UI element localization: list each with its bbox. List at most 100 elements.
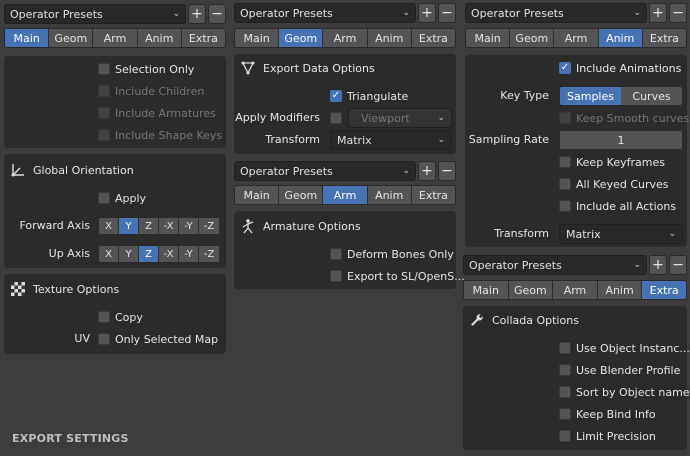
- axis-y-button[interactable]: Y: [119, 218, 139, 234]
- tab-arm[interactable]: Arm: [93, 29, 138, 47]
- transform-select[interactable]: Matrix ⌄: [330, 130, 452, 150]
- tab-anim[interactable]: Anim: [367, 186, 412, 204]
- checkbox[interactable]: [559, 364, 571, 376]
- remove-preset-button[interactable]: −: [208, 4, 226, 24]
- collada-options-header[interactable]: Collada Options: [469, 310, 579, 330]
- add-preset-button[interactable]: +: [418, 161, 436, 181]
- keep-bind-info-checkbox[interactable]: Keep Bind Info: [559, 404, 656, 424]
- tab-arm[interactable]: Arm: [323, 186, 368, 204]
- tab-extra[interactable]: Extra: [181, 29, 225, 47]
- checkbox[interactable]: [98, 311, 110, 323]
- checkbox[interactable]: [559, 112, 571, 124]
- tab-extra[interactable]: Extra: [642, 281, 686, 299]
- operator-presets-dropdown[interactable]: Operator Presets ⌄: [234, 161, 416, 181]
- use-blender-profile-checkbox[interactable]: Use Blender Profile: [559, 360, 680, 380]
- axis-y-button[interactable]: Y: [119, 246, 139, 262]
- tab-extra[interactable]: Extra: [642, 29, 686, 47]
- operator-presets-dropdown[interactable]: Operator Presets ⌄: [234, 3, 416, 23]
- include-animations-checkbox[interactable]: ✓ Include Animations: [559, 58, 681, 78]
- all-keyed-curves-checkbox[interactable]: All Keyed Curves: [559, 174, 669, 194]
- tab-extra[interactable]: Extra: [411, 186, 455, 204]
- checkbox[interactable]: [559, 178, 571, 190]
- checkbox[interactable]: [98, 85, 110, 97]
- global-orientation-header[interactable]: Global Orientation: [10, 160, 134, 180]
- include-all-actions-checkbox[interactable]: Include all Actions: [559, 196, 676, 216]
- triangulate-checkbox[interactable]: ✓ Triangulate: [330, 86, 408, 106]
- include-shape-keys-checkbox[interactable]: Include Shape Keys: [98, 125, 222, 145]
- checkbox[interactable]: [330, 248, 342, 260]
- add-preset-button[interactable]: +: [188, 4, 206, 24]
- tab-anim[interactable]: Anim: [367, 29, 412, 47]
- export-to-sl-checkbox[interactable]: Export to SL/OpenS...: [330, 266, 465, 286]
- axis-neg-z-button[interactable]: -Z: [199, 218, 219, 234]
- tab-geom[interactable]: Geom: [49, 29, 94, 47]
- axis-neg-x-button[interactable]: -X: [159, 246, 179, 262]
- axis-neg-z-button[interactable]: -Z: [199, 246, 219, 262]
- deform-bones-only-checkbox[interactable]: Deform Bones Only: [330, 244, 454, 264]
- checkbox[interactable]: [98, 192, 110, 204]
- axis-neg-x-button[interactable]: -X: [159, 218, 179, 234]
- curves-option[interactable]: Curves: [621, 87, 682, 105]
- apply-modifiers-checkbox[interactable]: [330, 108, 347, 128]
- check-icon[interactable]: ✓: [559, 62, 571, 74]
- tab-main[interactable]: Main: [464, 281, 509, 299]
- sort-by-object-name-checkbox[interactable]: Sort by Object name: [559, 382, 690, 402]
- checkbox[interactable]: [330, 112, 342, 124]
- axis-x-button[interactable]: X: [99, 218, 119, 234]
- limit-precision-checkbox[interactable]: Limit Precision: [559, 426, 656, 446]
- add-preset-button[interactable]: +: [649, 3, 667, 23]
- remove-preset-button[interactable]: −: [669, 3, 687, 23]
- use-object-instances-checkbox[interactable]: Use Object Instanc...: [559, 338, 690, 358]
- checkbox[interactable]: [98, 63, 110, 75]
- add-preset-button[interactable]: +: [649, 255, 667, 275]
- checkbox[interactable]: [330, 270, 342, 282]
- tab-main[interactable]: Main: [235, 29, 280, 47]
- remove-preset-button[interactable]: −: [438, 3, 456, 23]
- tab-anim[interactable]: Anim: [597, 281, 643, 299]
- checkbox[interactable]: [98, 333, 110, 345]
- tab-geom[interactable]: Geom: [279, 29, 324, 47]
- copy-checkbox[interactable]: Copy: [98, 307, 143, 327]
- checkbox[interactable]: [559, 386, 571, 398]
- export-data-options-header[interactable]: Export Data Options: [240, 58, 375, 78]
- checkbox[interactable]: [559, 200, 571, 212]
- samples-option[interactable]: Samples: [560, 87, 621, 105]
- tab-anim[interactable]: Anim: [598, 29, 643, 47]
- remove-preset-button[interactable]: −: [438, 161, 456, 181]
- keep-smooth-curves-checkbox[interactable]: Keep Smooth curves: [559, 108, 689, 128]
- tab-arm[interactable]: Arm: [553, 281, 598, 299]
- armature-options-header[interactable]: Armature Options: [240, 216, 361, 236]
- tab-main[interactable]: Main: [5, 29, 50, 47]
- axis-neg-y-button[interactable]: -Y: [179, 218, 199, 234]
- tab-geom[interactable]: Geom: [510, 29, 555, 47]
- tab-geom[interactable]: Geom: [508, 281, 554, 299]
- add-preset-button[interactable]: +: [418, 3, 436, 23]
- anim-transform-select[interactable]: Matrix ⌄: [559, 224, 683, 244]
- include-children-checkbox[interactable]: Include Children: [98, 81, 204, 101]
- selection-only-checkbox[interactable]: Selection Only: [98, 59, 194, 79]
- texture-options-header[interactable]: Texture Options: [10, 279, 119, 299]
- sampling-rate-field[interactable]: 1: [559, 130, 683, 150]
- keep-keyframes-checkbox[interactable]: Keep Keyframes: [559, 152, 665, 172]
- tab-arm[interactable]: Arm: [323, 29, 368, 47]
- axis-z-button[interactable]: Z: [139, 218, 159, 234]
- checkbox[interactable]: [559, 156, 571, 168]
- include-armatures-checkbox[interactable]: Include Armatures: [98, 103, 216, 123]
- tab-anim[interactable]: Anim: [137, 29, 182, 47]
- axis-neg-y-button[interactable]: -Y: [179, 246, 199, 262]
- operator-presets-dropdown[interactable]: Operator Presets ⌄: [465, 3, 647, 23]
- tab-arm[interactable]: Arm: [554, 29, 599, 47]
- tab-geom[interactable]: Geom: [279, 186, 324, 204]
- operator-presets-dropdown[interactable]: Operator Presets ⌄: [463, 255, 647, 275]
- remove-preset-button[interactable]: −: [669, 255, 687, 275]
- tab-main[interactable]: Main: [466, 29, 511, 47]
- apply-checkbox[interactable]: Apply: [98, 188, 146, 208]
- axis-x-button[interactable]: X: [99, 246, 119, 262]
- checkbox[interactable]: [559, 430, 571, 442]
- checkbox[interactable]: [559, 342, 571, 354]
- tab-main[interactable]: Main: [235, 186, 280, 204]
- only-selected-map-checkbox[interactable]: Only Selected Map: [98, 329, 218, 349]
- operator-presets-dropdown[interactable]: Operator Presets ⌄: [4, 4, 186, 24]
- checkbox[interactable]: [98, 129, 110, 141]
- tab-extra[interactable]: Extra: [411, 29, 455, 47]
